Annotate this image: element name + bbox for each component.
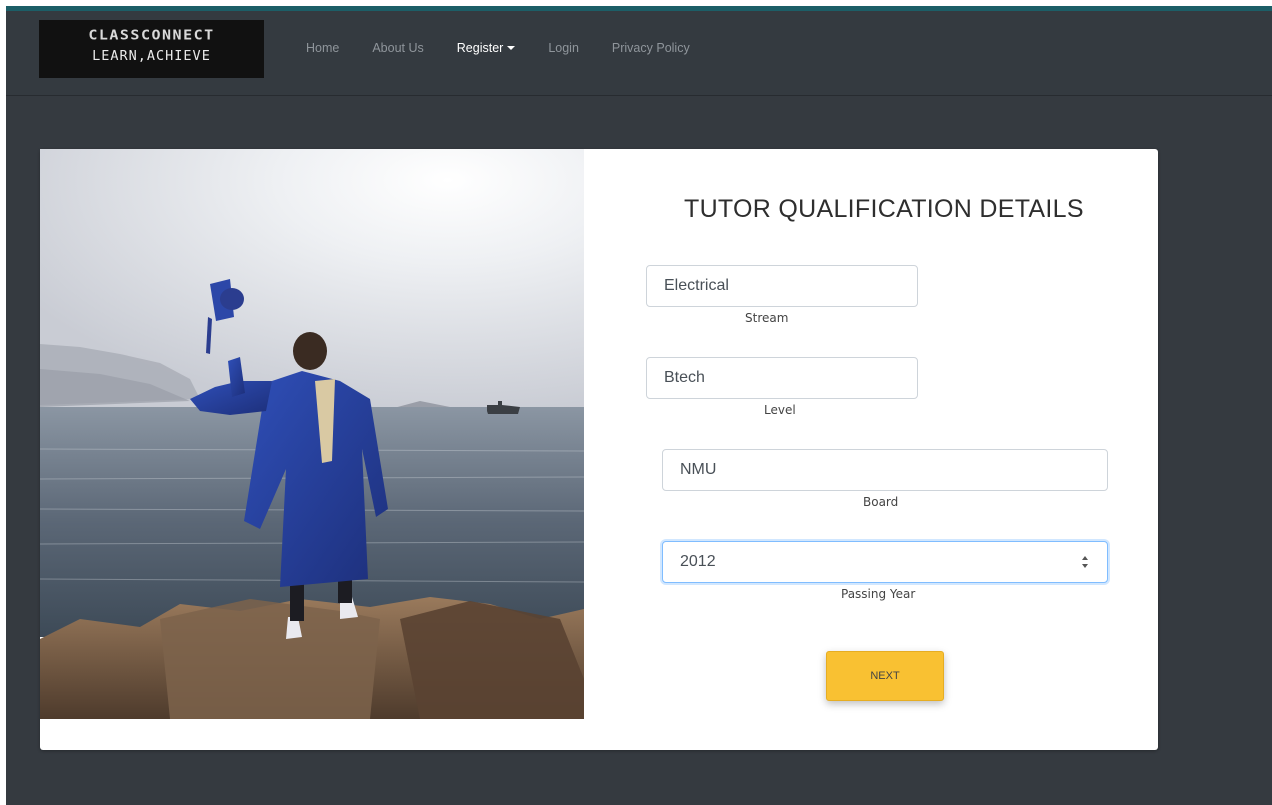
nav-register-dropdown[interactable]: Register	[457, 41, 516, 55]
form-title: TUTOR QUALIFICATION DETAILS	[684, 195, 1084, 223]
passing-year-input[interactable]: 2012	[662, 541, 1108, 583]
qualification-card: TUTOR QUALIFICATION DETAILS Electrical S…	[40, 149, 1158, 750]
next-button[interactable]: NEXT	[826, 651, 944, 701]
brand-name: CLASSCONNECT	[88, 26, 215, 44]
nav-home[interactable]: Home	[306, 41, 339, 55]
stream-input[interactable]: Electrical	[646, 265, 918, 307]
level-label: Level	[764, 403, 796, 417]
board-input[interactable]: NMU	[662, 449, 1108, 491]
brand-tagline: LEARN,ACHIEVE	[92, 48, 211, 64]
level-input[interactable]: Btech	[646, 357, 918, 399]
nav-privacy-policy[interactable]: Privacy Policy	[612, 41, 690, 55]
navbar: CLASSCONNECT LEARN,ACHIEVE Home About Us…	[6, 11, 1272, 95]
nav-register-label: Register	[456, 41, 504, 55]
graduate-photo-illustration	[40, 149, 584, 719]
nav-about-us[interactable]: About Us	[372, 41, 423, 55]
passing-year-label: Passing Year	[841, 587, 916, 601]
nav-links: Home About Us Register Login Privacy Pol…	[306, 41, 723, 55]
spin-arrows-icon[interactable]	[1081, 554, 1089, 570]
nav-login[interactable]: Login	[548, 41, 579, 55]
board-label: Board	[863, 495, 899, 509]
brand-logo[interactable]: CLASSCONNECT LEARN,ACHIEVE	[39, 20, 264, 78]
graduate-photo	[40, 149, 584, 719]
caret-down-icon	[507, 46, 516, 50]
stream-label: Stream	[745, 311, 789, 325]
app-frame: CLASSCONNECT LEARN,ACHIEVE Home About Us…	[6, 6, 1272, 805]
passing-year-value: 2012	[680, 553, 716, 570]
